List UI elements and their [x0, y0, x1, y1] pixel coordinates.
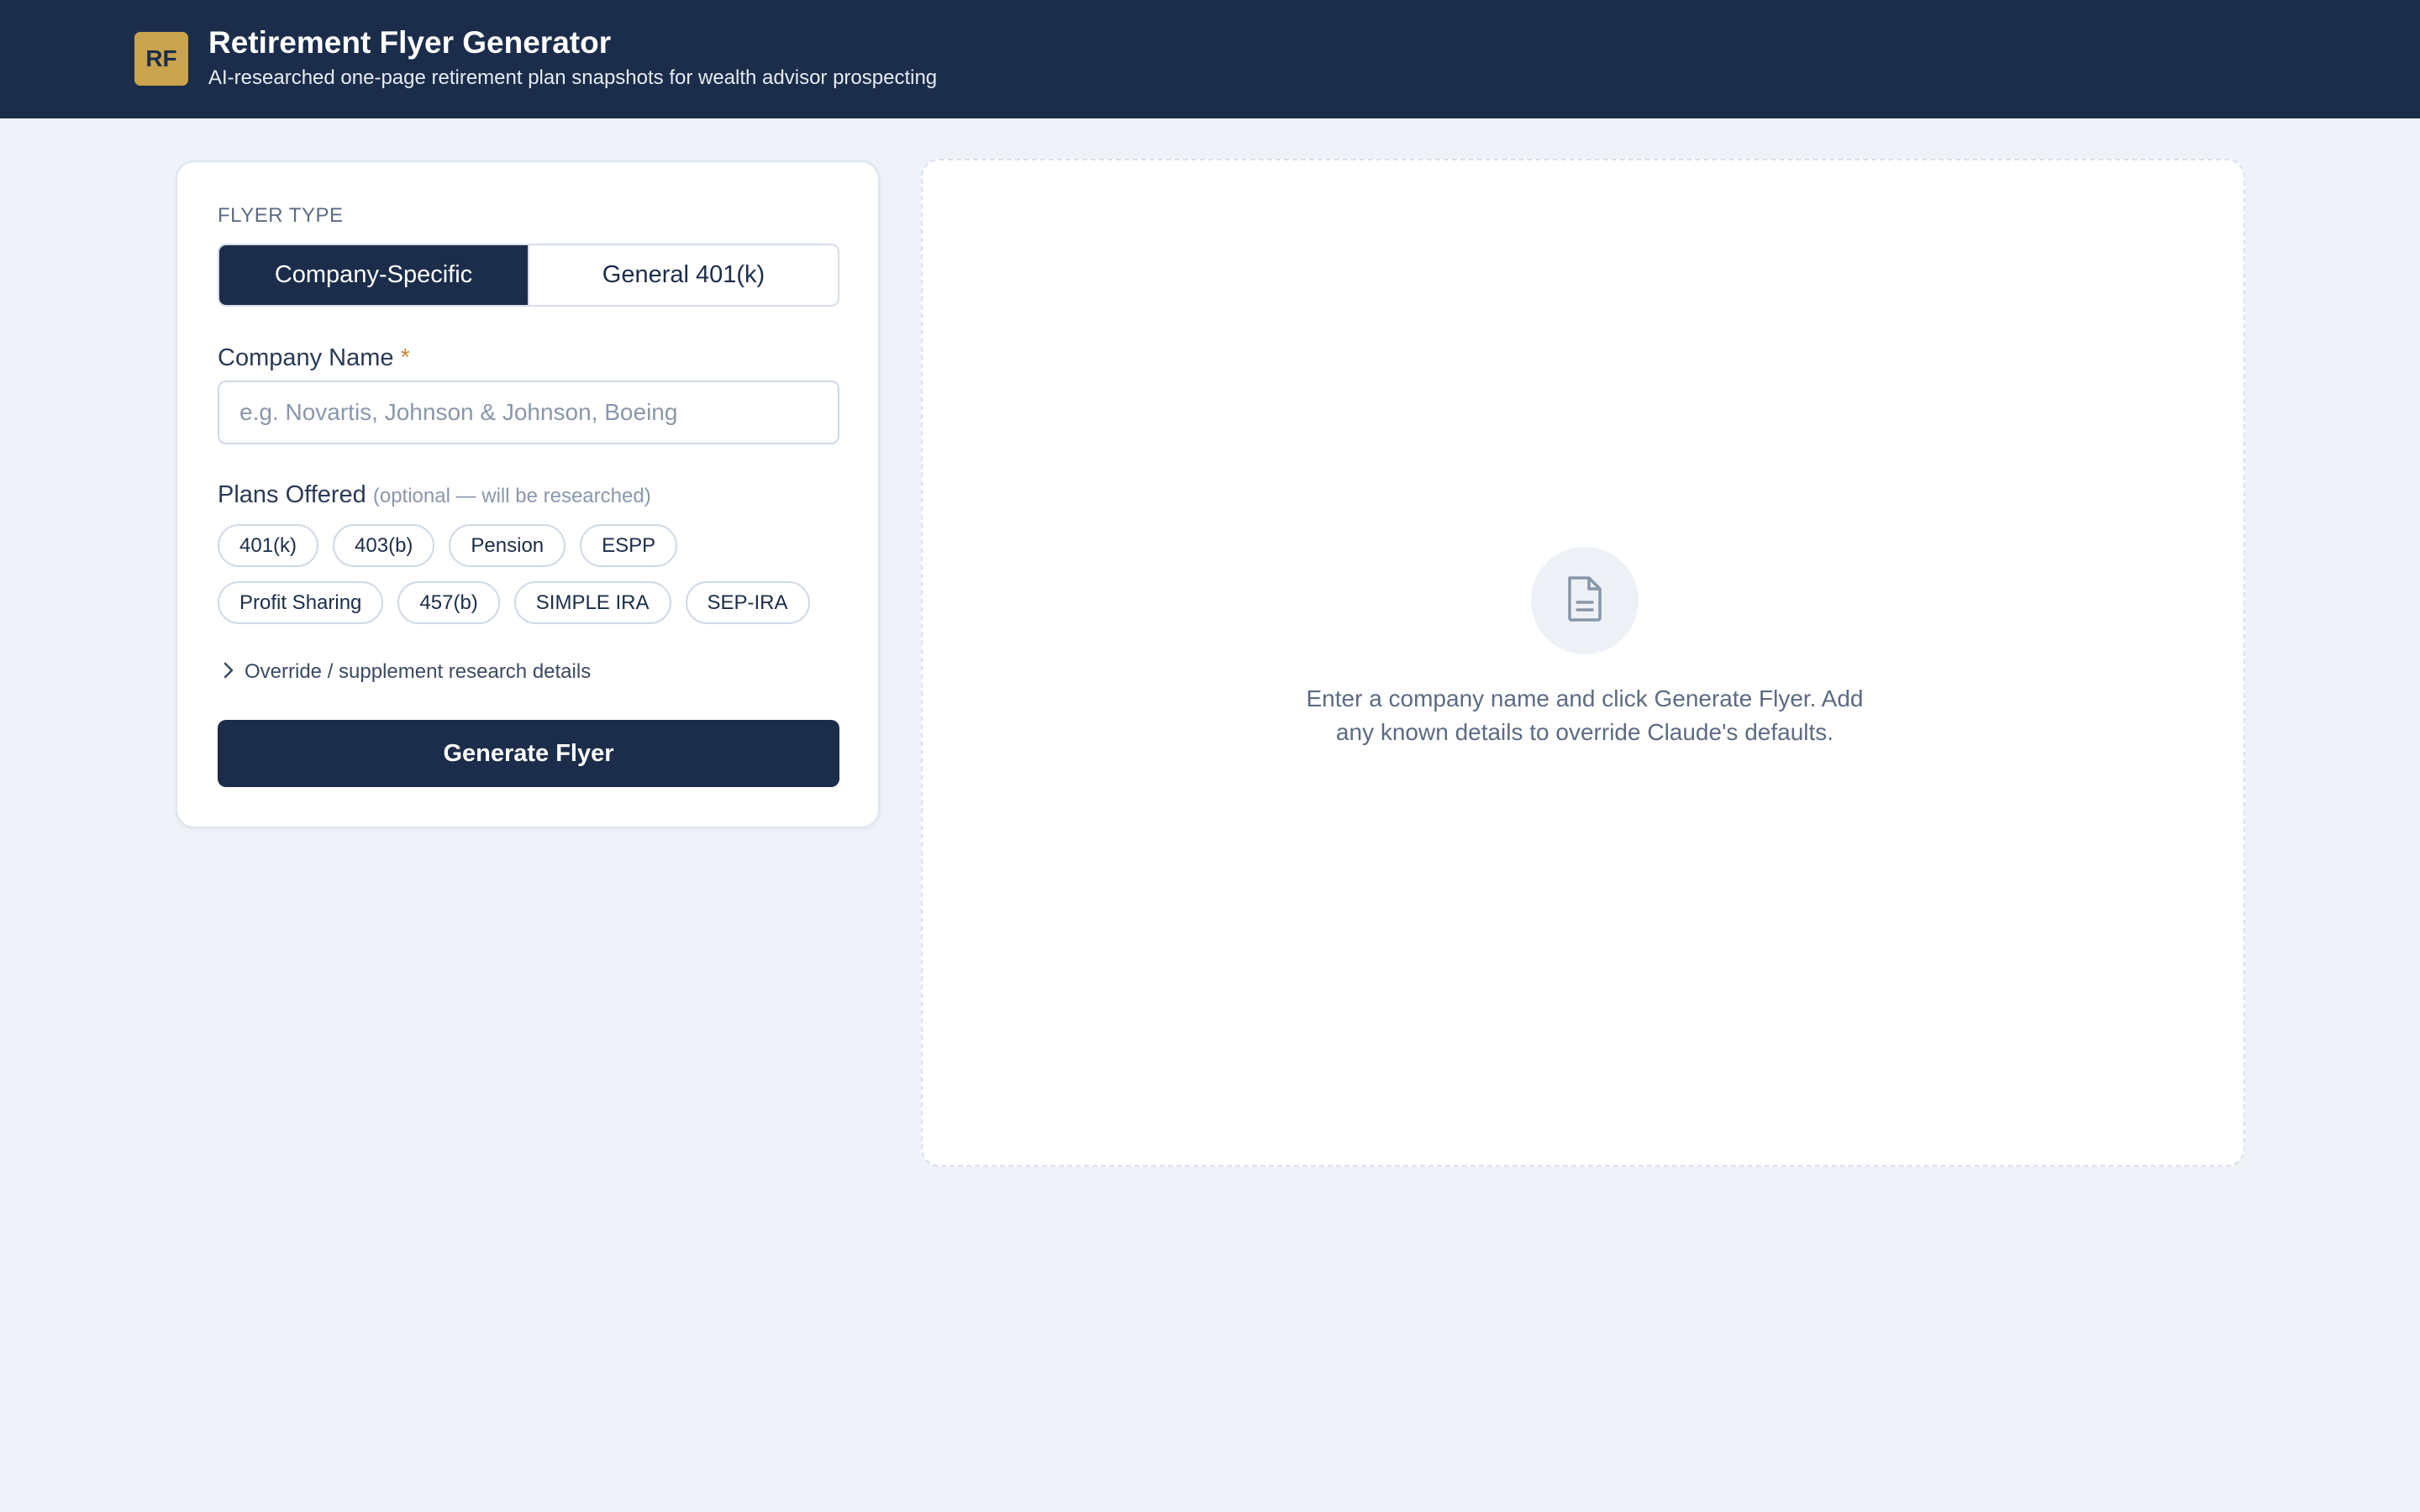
- plan-chip-457b[interactable]: 457(b): [397, 581, 500, 624]
- document-icon: [1565, 575, 1605, 627]
- flyer-form-panel: FLYER TYPE Company-Specific General 401(…: [176, 160, 880, 828]
- preview-empty-message: Enter a company name and click Generate …: [1306, 685, 1864, 745]
- plan-chip-401k[interactable]: 401(k): [218, 524, 319, 567]
- plans-offered-label-text: Plans Offered: [218, 481, 366, 508]
- flyer-type-label: FLYER TYPE: [218, 204, 344, 227]
- chevron-right-icon: [221, 661, 236, 684]
- override-details-label: Override / supplement research details: [245, 660, 592, 683]
- required-marker: *: [400, 344, 410, 371]
- app-header: RF Retirement Flyer Generator AI-researc…: [0, 0, 2420, 118]
- plan-chip-sep-ira[interactable]: SEP-IRA: [685, 581, 810, 624]
- plan-chip-pension[interactable]: Pension: [449, 524, 566, 567]
- plan-chip-profit-sharing[interactable]: Profit Sharing: [218, 581, 384, 624]
- generate-flyer-button[interactable]: Generate Flyer: [218, 720, 839, 787]
- app-title: Retirement Flyer Generator: [208, 25, 612, 60]
- app-subtitle: AI-researched one-page retirement plan s…: [208, 66, 938, 89]
- flyer-type-company-specific[interactable]: Company-Specific: [219, 245, 528, 305]
- plan-chip-simple-ira[interactable]: SIMPLE IRA: [513, 581, 671, 624]
- plan-chip-row: Profit Sharing 457(b) SIMPLE IRA SEP-IRA: [218, 581, 810, 624]
- plans-offered-label: Plans Offered (optional — will be resear…: [218, 481, 651, 509]
- company-name-label: Company Name *: [218, 344, 410, 372]
- plan-chip-row: 401(k) 403(b) Pension ESPP: [218, 524, 678, 567]
- plan-chip-403b[interactable]: 403(b): [333, 524, 435, 567]
- flyer-preview-panel: Enter a company name and click Generate …: [921, 159, 2245, 1167]
- company-name-input[interactable]: [218, 381, 839, 444]
- company-name-label-text: Company Name: [218, 344, 394, 371]
- plans-offered-note: (optional — will be researched): [372, 485, 651, 507]
- flyer-type-general-401k[interactable]: General 401(k): [528, 245, 838, 305]
- plan-chip-espp[interactable]: ESPP: [580, 524, 678, 567]
- flyer-type-toggle: Company-Specific General 401(k): [218, 244, 839, 307]
- app-logo: RF: [134, 32, 188, 86]
- preview-icon-circle: [1531, 547, 1639, 654]
- override-details-toggle[interactable]: Override / supplement research details: [221, 660, 591, 684]
